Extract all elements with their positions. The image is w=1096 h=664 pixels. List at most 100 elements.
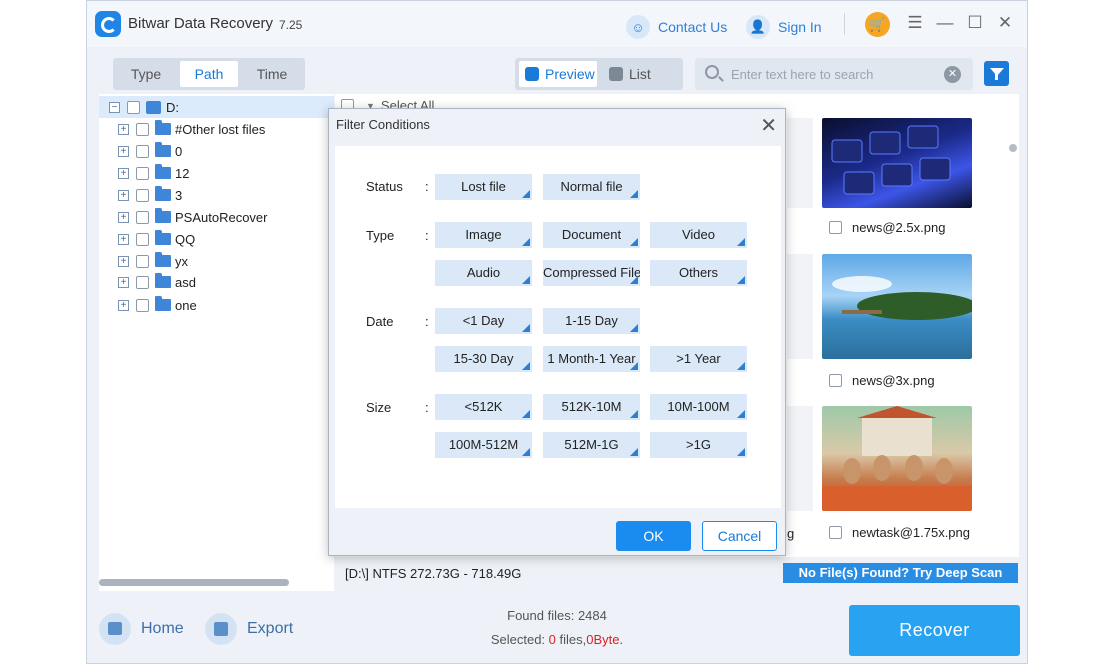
expand-icon[interactable]: + bbox=[118, 145, 129, 157]
file-checkbox[interactable] bbox=[829, 374, 842, 387]
tree-item[interactable]: + yx bbox=[99, 250, 334, 272]
tree-item[interactable]: + #Other lost files bbox=[99, 118, 334, 140]
file-name: news@2.5x.png bbox=[852, 220, 946, 235]
tree-item-label: #Other lost files bbox=[175, 121, 266, 137]
minimize-icon[interactable]: — bbox=[935, 13, 955, 33]
expand-icon[interactable]: + bbox=[118, 276, 129, 288]
preview-vertical-scrollbar[interactable] bbox=[1009, 144, 1017, 152]
collapse-icon[interactable]: − bbox=[109, 101, 120, 113]
colon: : bbox=[425, 400, 429, 415]
tree-checkbox[interactable] bbox=[136, 166, 149, 180]
tree-item[interactable]: + QQ bbox=[99, 228, 334, 250]
maximize-icon[interactable]: ☐ bbox=[965, 13, 985, 33]
recover-button[interactable]: Recover bbox=[849, 605, 1020, 656]
tab-time[interactable]: Time bbox=[243, 61, 301, 87]
cart-icon[interactable]: 🛒 bbox=[865, 12, 890, 37]
type-option[interactable]: Document bbox=[543, 222, 640, 248]
file-checkbox[interactable] bbox=[829, 526, 842, 539]
expand-icon[interactable]: + bbox=[118, 233, 129, 245]
filter-button[interactable] bbox=[984, 61, 1009, 86]
type-option[interactable]: Video bbox=[650, 222, 747, 248]
tree-item[interactable]: + one bbox=[99, 294, 334, 316]
size-option[interactable]: 512K-10M bbox=[543, 394, 640, 420]
expand-icon[interactable]: + bbox=[118, 255, 129, 267]
tree-checkbox[interactable] bbox=[136, 298, 149, 312]
date-option[interactable]: 15-30 Day bbox=[435, 346, 532, 372]
status-option[interactable]: Lost file bbox=[435, 174, 532, 200]
beach-image[interactable] bbox=[822, 254, 972, 359]
type-option[interactable]: Compressed File bbox=[543, 260, 640, 286]
keyboard-image[interactable] bbox=[822, 118, 972, 208]
status-option[interactable]: Normal file bbox=[543, 174, 640, 200]
folder-icon bbox=[155, 142, 171, 157]
file-name: newtask@1.75x.png bbox=[852, 525, 970, 540]
expand-icon[interactable]: + bbox=[118, 123, 129, 135]
tree-checkbox[interactable] bbox=[136, 275, 149, 289]
expand-icon[interactable]: + bbox=[118, 299, 129, 311]
preview-label: Preview bbox=[545, 66, 595, 82]
close-icon[interactable]: ✕ bbox=[995, 13, 1015, 33]
contact-us-link[interactable]: ☺ Contact Us bbox=[626, 15, 727, 39]
type-option[interactable]: Audio bbox=[435, 260, 532, 286]
date-option[interactable]: 1-15 Day bbox=[543, 308, 640, 334]
tab-type[interactable]: Type bbox=[117, 61, 175, 87]
tab-path[interactable]: Path bbox=[180, 61, 238, 87]
tree-horizontal-scrollbar[interactable] bbox=[99, 579, 289, 586]
tree-checkbox[interactable] bbox=[127, 100, 140, 114]
colon: : bbox=[425, 228, 429, 243]
file-caption[interactable]: news@2.5x.png bbox=[829, 220, 945, 235]
expand-icon[interactable]: + bbox=[118, 211, 129, 223]
tree-item-label: PSAutoRecover bbox=[175, 209, 268, 225]
file-caption[interactable]: news@3x.png bbox=[829, 373, 935, 388]
search-input[interactable] bbox=[731, 64, 941, 84]
expand-icon[interactable]: + bbox=[118, 167, 129, 179]
file-checkbox[interactable] bbox=[829, 221, 842, 234]
folder-icon bbox=[155, 186, 171, 201]
tree-checkbox[interactable] bbox=[136, 254, 149, 268]
island-graphic bbox=[832, 276, 972, 320]
size-option[interactable]: 100M-512M bbox=[435, 432, 532, 458]
cancel-button[interactable]: Cancel bbox=[702, 521, 777, 551]
ok-button[interactable]: OK bbox=[616, 521, 691, 551]
tree-checkbox[interactable] bbox=[136, 232, 149, 246]
sign-in-link[interactable]: 👤 Sign In bbox=[746, 15, 822, 39]
close-icon[interactable]: ✕ bbox=[760, 113, 777, 138]
tree-checkbox[interactable] bbox=[136, 144, 149, 158]
tree-checkbox[interactable] bbox=[136, 188, 149, 202]
selected-count: 0 bbox=[548, 632, 556, 647]
contact-us-label: Contact Us bbox=[658, 19, 728, 35]
clear-search-icon[interactable]: ✕ bbox=[944, 66, 961, 83]
type-option[interactable]: Others bbox=[650, 260, 747, 286]
tree-item[interactable]: +12 bbox=[99, 162, 334, 184]
tree-item-label: 3 bbox=[175, 187, 183, 203]
drive-icon bbox=[146, 100, 161, 114]
tree-item[interactable]: + PSAutoRecover bbox=[99, 206, 334, 228]
menu-icon[interactable]: ☰ bbox=[905, 13, 925, 33]
size-option[interactable]: <512K bbox=[435, 394, 532, 420]
tree-item-label: asd bbox=[175, 274, 196, 290]
file-caption[interactable]: newtask@1.75x.png bbox=[829, 525, 970, 540]
size-option[interactable]: >1G bbox=[650, 432, 747, 458]
list-label: List bbox=[629, 66, 651, 82]
list-view-button[interactable]: List bbox=[603, 61, 673, 87]
date-option[interactable]: >1 Year bbox=[650, 346, 747, 372]
grid-icon bbox=[525, 67, 539, 81]
deep-scan-button[interactable]: No File(s) Found? Try Deep Scan bbox=[783, 563, 1018, 583]
folder-icon bbox=[155, 273, 171, 288]
preview-view-button[interactable]: Preview bbox=[519, 61, 597, 87]
rabbits-image[interactable] bbox=[822, 406, 972, 511]
date-option[interactable]: <1 Day bbox=[435, 308, 532, 334]
support-agent-icon: ☺ bbox=[626, 15, 650, 39]
date-option[interactable]: 1 Month-1 Year bbox=[543, 346, 640, 372]
tree-checkbox[interactable] bbox=[136, 122, 149, 136]
tree-root-drive[interactable]: − D: bbox=[99, 96, 334, 118]
type-option[interactable]: Image bbox=[435, 222, 532, 248]
size-option[interactable]: 512M-1G bbox=[543, 432, 640, 458]
status-row-label: Status bbox=[366, 179, 403, 194]
expand-icon[interactable]: + bbox=[118, 189, 129, 201]
tree-checkbox[interactable] bbox=[136, 210, 149, 224]
size-option[interactable]: 10M-100M bbox=[650, 394, 747, 420]
tree-item[interactable]: +0 bbox=[99, 140, 334, 162]
tree-item[interactable]: + asd bbox=[99, 271, 334, 293]
tree-item[interactable]: +3 bbox=[99, 184, 334, 206]
